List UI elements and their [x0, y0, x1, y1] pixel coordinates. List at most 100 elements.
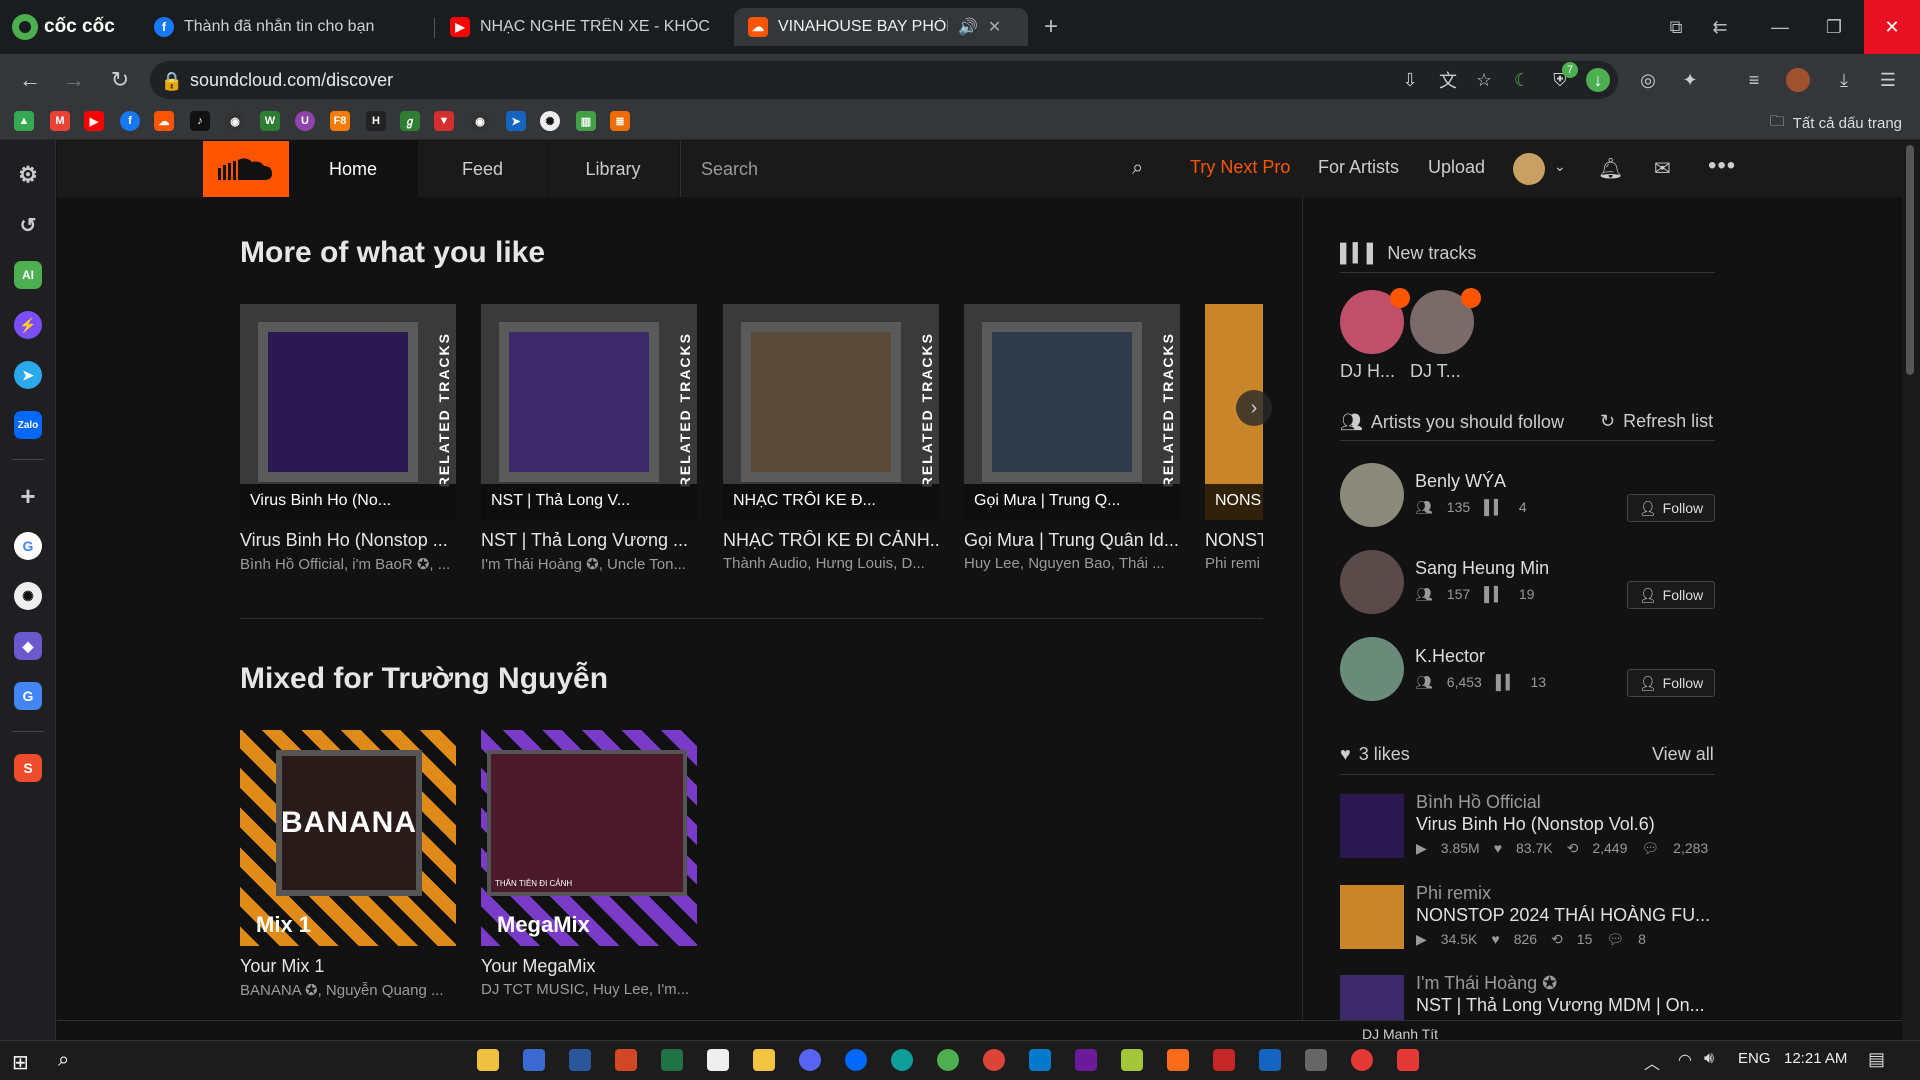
- refresh-list-button[interactable]: ↻ Refresh list: [1600, 411, 1713, 432]
- track-title[interactable]: Virus Binh Ho (Nonstop ...: [240, 530, 456, 551]
- liked-track[interactable]: Phi remix NONSTOP 2024 THÁI HOÀNG FU... …: [1340, 883, 1720, 949]
- gmail-icon[interactable]: M: [50, 111, 70, 131]
- follow-button[interactable]: 👤︎ Follow: [1627, 494, 1715, 522]
- liked-track-title[interactable]: NST | Thả Long Vương MDM | On...: [1416, 995, 1716, 1016]
- telegram-icon[interactable]: ➤: [14, 361, 42, 389]
- chevron-down-icon[interactable]: ⌄: [1554, 158, 1566, 175]
- taskbar-clock[interactable]: 12:21 AM: [1784, 1050, 1847, 1067]
- liked-track-artwork[interactable]: [1340, 975, 1404, 1020]
- google-icon[interactable]: G: [14, 532, 42, 560]
- liked-track[interactable]: I'm Thái Hoàng ✪ NST | Thả Long Vương MD…: [1340, 975, 1720, 1020]
- track-card[interactable]: RELATED TRACKS NHẠC TRÔI KE Đ... NHẠC TR…: [723, 304, 939, 572]
- zalo-icon[interactable]: Zalo: [14, 411, 42, 439]
- chart-bookmark-icon[interactable]: ▥: [576, 111, 596, 131]
- mix-title[interactable]: Your MegaMix: [481, 956, 697, 977]
- zalo-taskbar-icon[interactable]: [845, 1049, 867, 1071]
- windows-start-icon[interactable]: ⊞: [12, 1050, 29, 1075]
- edge-icon[interactable]: [891, 1049, 913, 1071]
- coccoc-logo[interactable]: cốc cốc: [12, 12, 115, 42]
- mix-card[interactable]: THÂN TIÊN ĐI CẢNH MegaMix Your MegaMix D…: [481, 730, 697, 998]
- artist-avatar[interactable]: [1340, 550, 1404, 614]
- extensions-icon[interactable]: ✦: [1678, 68, 1702, 92]
- liked-track[interactable]: Bình Hồ Official Virus Binh Ho (Nonstop …: [1340, 792, 1720, 858]
- github-icon[interactable]: ◉: [225, 111, 245, 131]
- github-2-icon[interactable]: ◉: [470, 111, 490, 131]
- vscode-icon[interactable]: [1029, 1049, 1051, 1071]
- stack-bookmark-icon[interactable]: ≣: [610, 111, 630, 131]
- language-indicator[interactable]: ENG: [1738, 1050, 1771, 1067]
- copilot-icon[interactable]: ◆: [14, 632, 42, 660]
- forward-icon[interactable]: →: [60, 66, 88, 94]
- ai-icon[interactable]: AI: [14, 261, 42, 289]
- pycharm-icon[interactable]: [1121, 1049, 1143, 1071]
- tiktok-icon[interactable]: ♪: [190, 111, 210, 131]
- artist-name[interactable]: K.Hector: [1415, 646, 1485, 667]
- coccoc-taskbar-icon[interactable]: [937, 1049, 959, 1071]
- search-taskbar-icon[interactable]: ⌕: [58, 1049, 69, 1072]
- moon-icon[interactable]: ☾: [1510, 68, 1534, 92]
- track-title[interactable]: NST | Thả Long Vương ...: [481, 530, 697, 551]
- chatgpt-icon[interactable]: ✺: [14, 582, 42, 610]
- history-icon[interactable]: ↺: [14, 211, 42, 239]
- new-track-user[interactable]: DJ T...: [1410, 361, 1461, 382]
- drive-icon[interactable]: ▲: [14, 111, 34, 131]
- all-bookmarks[interactable]: 🗀 Tất cả dấu trang: [1770, 111, 1902, 136]
- wifi-icon[interactable]: ◠: [1678, 1050, 1692, 1070]
- carousel-next-icon[interactable]: ›: [1236, 390, 1272, 426]
- artist-name[interactable]: Sang Heung Min: [1415, 558, 1549, 579]
- settings-icon[interactable]: ⚙: [14, 161, 42, 189]
- f8-bookmark-icon[interactable]: F8: [330, 111, 350, 131]
- youtube-bookmark-icon[interactable]: ▶: [84, 111, 104, 131]
- install-icon[interactable]: ⇩: [1398, 68, 1422, 92]
- tab-home[interactable]: Home: [289, 141, 418, 197]
- openai-icon[interactable]: ✺: [540, 111, 560, 131]
- track-card[interactable]: RELATED TRACKS Gọi Mưa | Trung Q... Gọi …: [964, 304, 1180, 572]
- new-tracks-header[interactable]: ▌▍▌ New tracks: [1340, 243, 1476, 264]
- hi-bookmark-icon[interactable]: H: [366, 111, 386, 131]
- liked-track-title[interactable]: NONSTOP 2024 THÁI HOÀNG FU...: [1416, 905, 1716, 926]
- profile-avatar[interactable]: [1786, 68, 1810, 92]
- track-card[interactable]: RELATED TRACKS NST | Thả Long V... NST |…: [481, 304, 697, 573]
- jetbrains-icon[interactable]: [1075, 1049, 1097, 1071]
- track-card[interactable]: NONS NONST Phi remi: [1205, 304, 1263, 572]
- mix-artwork[interactable]: BANANA Mix 1: [240, 730, 456, 946]
- liked-track-user[interactable]: I'm Thái Hoàng ✪: [1416, 975, 1557, 994]
- search-input[interactable]: Search: [680, 141, 1160, 197]
- discord-icon[interactable]: [799, 1049, 821, 1071]
- artist-name[interactable]: Benly WÝA: [1415, 471, 1506, 492]
- messenger-icon[interactable]: ⚡: [14, 311, 42, 339]
- track-card[interactable]: RELATED TRACKS Virus Binh Ho (No... Viru…: [240, 304, 456, 573]
- new-track-user[interactable]: DJ H...: [1340, 361, 1395, 382]
- minimize-icon[interactable]: —: [1752, 0, 1808, 54]
- powerpoint-icon[interactable]: [615, 1049, 637, 1071]
- translate-icon[interactable]: 文: [1436, 68, 1460, 92]
- tab-library[interactable]: Library: [548, 141, 679, 197]
- u-bookmark-icon[interactable]: U: [295, 111, 315, 131]
- cube-icon[interactable]: [1305, 1049, 1327, 1071]
- w-bookmark-icon[interactable]: W: [260, 111, 280, 131]
- chevron-up-icon[interactable]: ︿: [1644, 1050, 1660, 1074]
- history-back-icon[interactable]: ⇇: [1692, 0, 1748, 54]
- arrow-bookmark-icon[interactable]: ➤: [506, 111, 526, 131]
- track-artwork[interactable]: RELATED TRACKS Gọi Mưa | Trung Q...: [964, 304, 1180, 520]
- mix-title[interactable]: Your Mix 1: [240, 956, 456, 977]
- tab-youtube[interactable]: ▶ NHẠC NGHE TRÊN XE - KHÓC CỦ: [436, 8, 726, 46]
- search-icon[interactable]: ⌕: [1132, 157, 1143, 180]
- shopee-icon[interactable]: S: [14, 754, 42, 782]
- devcpp-icon[interactable]: [1213, 1049, 1235, 1071]
- download-green-icon[interactable]: ↓: [1586, 68, 1610, 92]
- file-explorer-icon[interactable]: [753, 1049, 775, 1071]
- liked-track-user[interactable]: Phi remix: [1416, 883, 1491, 904]
- store-icon[interactable]: [477, 1049, 499, 1071]
- more-icon[interactable]: •••: [1708, 152, 1736, 180]
- excel-icon[interactable]: [661, 1049, 683, 1071]
- gg-bookmark-icon[interactable]: ℊ: [400, 111, 420, 131]
- likes-header[interactable]: ♥ 3 likes: [1340, 744, 1410, 765]
- compass-icon[interactable]: ◎: [1636, 68, 1660, 92]
- try-next-pro-link[interactable]: Try Next Pro: [1190, 157, 1290, 178]
- liked-track-title[interactable]: Virus Binh Ho (Nonstop Vol.6): [1416, 814, 1716, 835]
- liked-track-artwork[interactable]: [1340, 885, 1404, 949]
- bell-icon[interactable]: 🔔︎: [1598, 156, 1623, 181]
- upload-link[interactable]: Upload: [1428, 157, 1485, 178]
- restore-icon[interactable]: ❐: [1806, 0, 1862, 54]
